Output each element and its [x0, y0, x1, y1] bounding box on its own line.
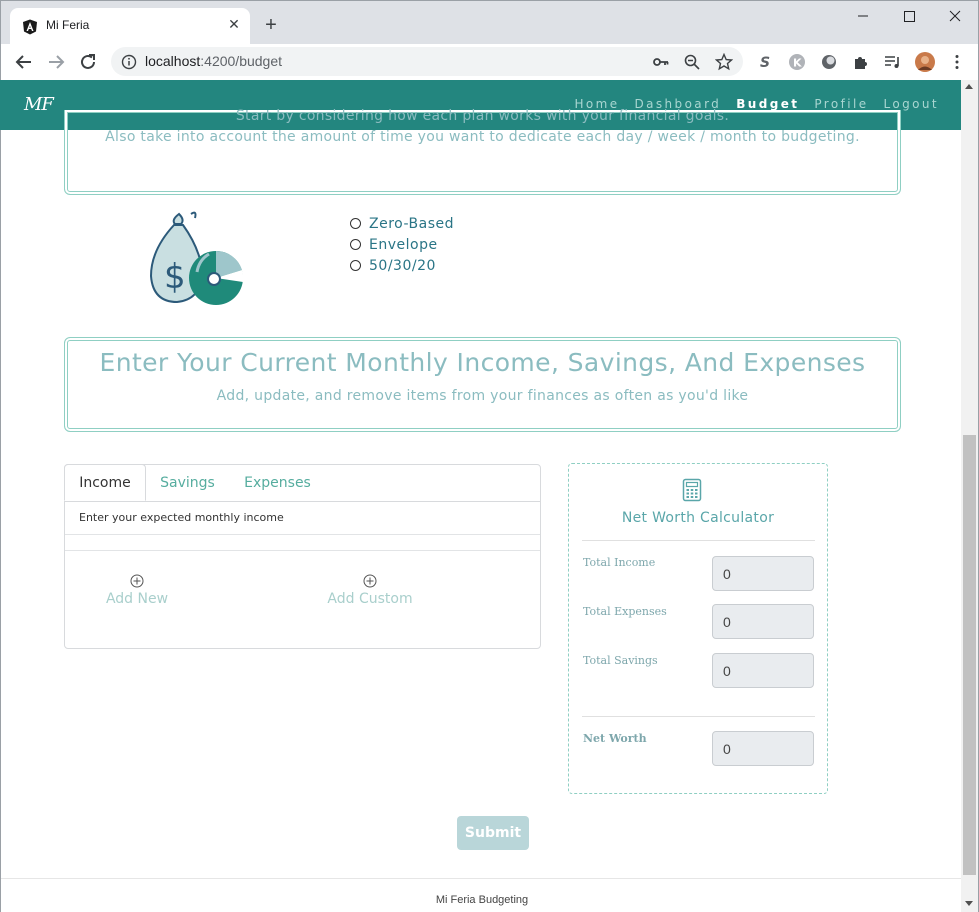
scroll-thumb[interactable]: [963, 435, 976, 875]
radio-button[interactable]: [350, 218, 361, 229]
page-scrollbar[interactable]: [961, 80, 979, 912]
add-custom-button[interactable]: Add Custom: [310, 574, 430, 607]
forward-arrow-icon[interactable]: [45, 51, 67, 73]
tab-close-icon[interactable]: ✕: [226, 17, 242, 33]
add-new-button[interactable]: Add New: [77, 574, 197, 607]
intro-line-2: Also take into account the amount of tim…: [105, 129, 860, 145]
total-expenses-field: 0: [712, 604, 814, 639]
plan-option-zero-based[interactable]: Zero-Based: [350, 213, 454, 234]
total-savings-label: Total Savings: [583, 654, 658, 667]
angular-favicon-icon: [23, 19, 37, 35]
s-extension-icon[interactable]: S: [756, 53, 774, 71]
puzzle-extensions-icon[interactable]: [852, 53, 870, 71]
browser-toolbar: localhost:4200/budget S K: [0, 44, 979, 80]
finances-header-box: Enter Your Current Monthly Income, Savin…: [64, 337, 901, 432]
tab-savings[interactable]: Savings: [150, 465, 225, 502]
income-hint: Enter your expected monthly income: [79, 511, 284, 524]
svg-text:K: K: [793, 57, 802, 70]
tab-income[interactable]: Income: [64, 464, 146, 501]
finances-subtitle: Add, update, and remove items from your …: [216, 388, 749, 404]
url-path: :4200/budget: [200, 53, 283, 69]
k-extension-icon[interactable]: K: [788, 53, 806, 71]
bookmark-star-icon[interactable]: [715, 53, 733, 71]
divider: [65, 550, 540, 551]
divider: [65, 534, 540, 535]
url-text[interactable]: localhost:4200/budget: [145, 53, 282, 69]
plan-option-envelope[interactable]: Envelope: [350, 234, 454, 255]
budget-plan-options: Zero-Based Envelope 50/30/20: [350, 213, 454, 276]
add-custom-label: Add Custom: [327, 591, 413, 607]
footer-text: Mi Feria Budgeting: [435, 894, 529, 906]
finance-tabs-card: Income Savings Expenses Enter your expec…: [64, 464, 541, 649]
footer: Mi Feria Budgeting: [1, 878, 961, 912]
zoom-out-icon[interactable]: [683, 53, 701, 71]
money-bag-chart-icon: $: [149, 211, 244, 305]
browser-titlebar: Mi Feria ✕ +: [0, 0, 979, 45]
browser-tab[interactable]: Mi Feria ✕: [10, 8, 250, 45]
address-bar[interactable]: localhost:4200/budget: [111, 47, 743, 76]
tab-title: Mi Feria: [46, 18, 90, 32]
plan-option-50-30-20[interactable]: 50/30/20: [350, 255, 454, 276]
minimize-icon[interactable]: [840, 1, 886, 31]
total-income-field: 0: [712, 556, 814, 591]
new-tab-icon[interactable]: +: [261, 15, 281, 35]
more-menu-icon[interactable]: [948, 53, 966, 71]
divider: [582, 716, 815, 717]
brand-logo[interactable]: MF: [24, 94, 54, 115]
plan-label: Envelope: [369, 236, 438, 253]
radio-button[interactable]: [350, 260, 361, 271]
close-window-icon[interactable]: [932, 1, 978, 31]
profile-avatar-icon[interactable]: [915, 52, 935, 72]
media-queue-icon[interactable]: [884, 53, 902, 71]
total-expenses-label: Total Expenses: [583, 605, 667, 618]
intro-line-1: Start by considering how each plan works…: [235, 108, 730, 124]
net-worth-label: Net Worth: [583, 732, 647, 745]
scroll-up-arrow-icon[interactable]: [965, 84, 973, 89]
radio-button[interactable]: [350, 239, 361, 250]
calculator-title: Net Worth Calculator: [621, 510, 775, 526]
svg-text:S: S: [760, 55, 770, 71]
net-worth-calculator: Net Worth Calculator Total Income 0 Tota…: [568, 463, 828, 794]
total-savings-field: 0: [712, 653, 814, 688]
url-host: localhost: [145, 53, 201, 69]
plan-intro-box: Start by considering how each plan works…: [64, 108, 901, 195]
calculator-icon: [682, 478, 702, 502]
total-income-label: Total Income: [583, 556, 656, 569]
tab-expenses[interactable]: Expenses: [235, 465, 320, 502]
key-icon[interactable]: [652, 53, 670, 71]
submit-button[interactable]: Submit: [457, 816, 529, 850]
back-arrow-icon[interactable]: [13, 51, 35, 73]
plan-label: 50/30/20: [369, 257, 436, 274]
reload-icon[interactable]: [77, 51, 99, 73]
scroll-down-arrow-icon[interactable]: [965, 901, 973, 906]
page-content: Start by considering how each plan works…: [0, 108, 961, 912]
divider: [582, 540, 815, 541]
plan-label: Zero-Based: [369, 215, 455, 232]
finances-title: Enter Your Current Monthly Income, Savin…: [99, 348, 866, 377]
maximize-icon[interactable]: [886, 1, 932, 31]
net-worth-field: 0: [712, 731, 814, 766]
circle-extension-icon[interactable]: [820, 53, 838, 71]
info-icon[interactable]: [121, 54, 137, 70]
plus-circle-icon: [130, 574, 144, 588]
plus-circle-icon: [363, 574, 377, 588]
svg-text:$: $: [164, 257, 186, 297]
add-new-label: Add New: [105, 591, 169, 607]
